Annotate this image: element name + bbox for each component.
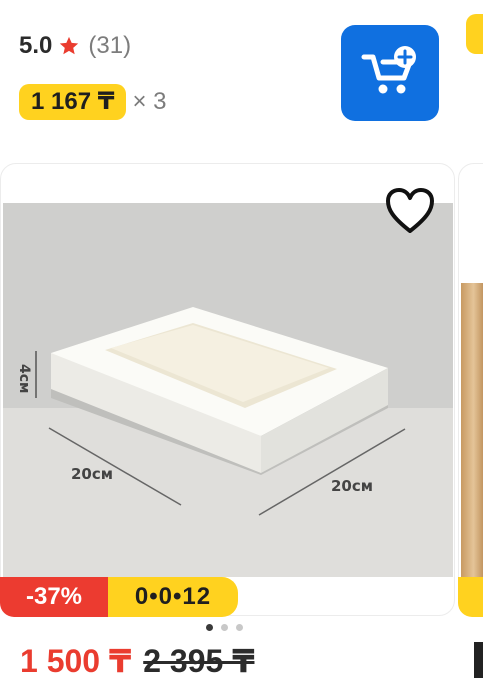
next-product-image-peek[interactable] (461, 283, 483, 577)
payment-multiplier: × 3 (132, 88, 167, 115)
next-product-badge-peek (466, 14, 483, 54)
add-to-cart-button[interactable] (341, 25, 439, 121)
installment-badge: 0•0•12 (108, 577, 238, 617)
dimension-width-label: 20см (71, 465, 113, 483)
monthly-payment-badge: 1 167 ₸ (19, 84, 127, 120)
next-product-badge-peek (458, 577, 483, 617)
carousel-dot[interactable] (221, 624, 228, 631)
dimension-depth-label: 20см (331, 477, 373, 495)
rating-row: 5.0 (31) (19, 31, 131, 61)
favorite-heart-icon[interactable] (383, 186, 437, 238)
rating-value: 5.0 (19, 32, 53, 59)
current-price: 1 500 ₸ (20, 643, 132, 679)
price-line: 1 500 ₸ 2 395 ₸ (20, 642, 254, 680)
next-product-price-peek (474, 642, 483, 678)
carousel-dot[interactable] (236, 624, 243, 631)
monthly-price-row: 1 167 ₸ × 3 (19, 84, 166, 120)
reviews-count[interactable]: (31) (88, 32, 131, 60)
dimension-height-label: 4см (16, 364, 32, 393)
product-image[interactable]: 4см 20см 20см (3, 203, 453, 577)
carousel-dots (206, 624, 243, 631)
star-icon (60, 36, 79, 55)
carousel-dot-active[interactable] (206, 624, 213, 631)
discount-badge: -37% (0, 577, 108, 617)
cart-add-icon (361, 46, 416, 94)
old-price: 2 395 ₸ (143, 643, 255, 679)
